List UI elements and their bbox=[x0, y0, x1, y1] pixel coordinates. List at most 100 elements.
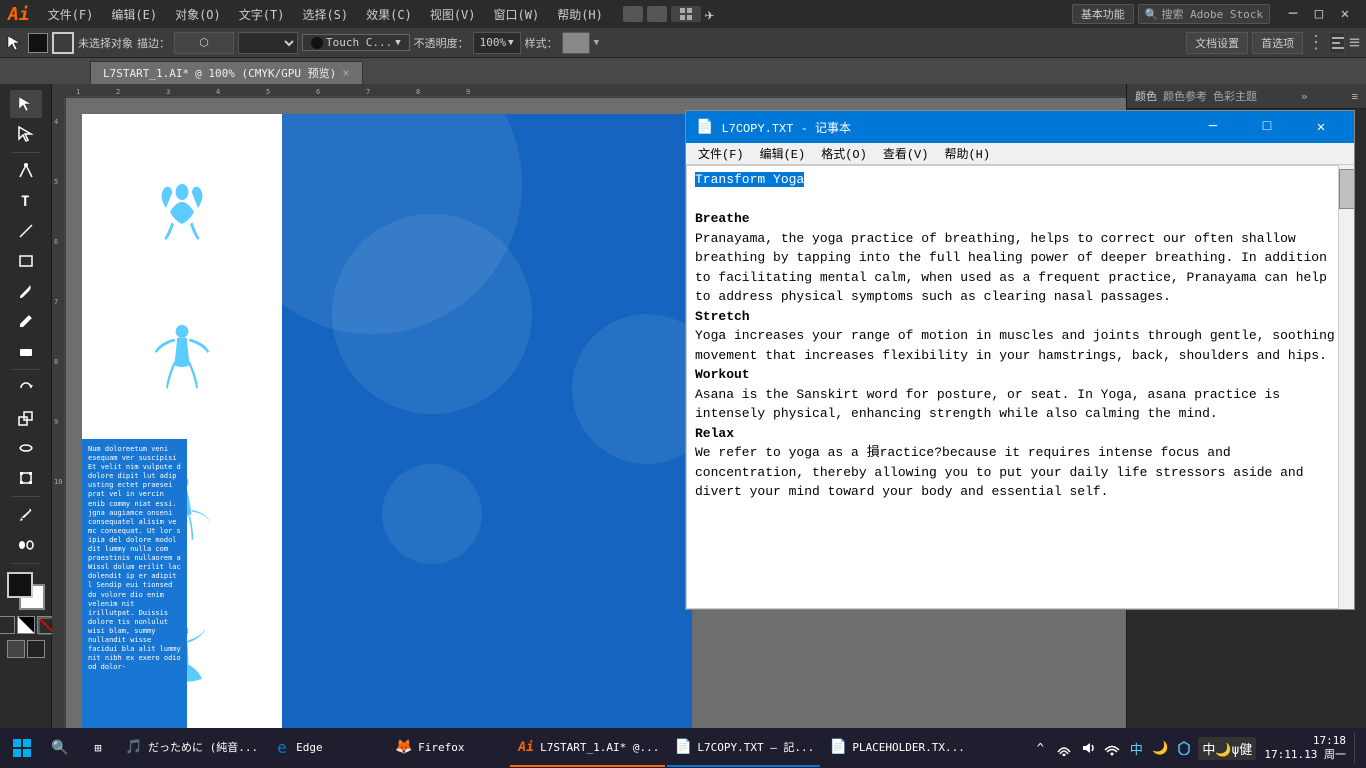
text-overlay-box: Num doloreetum veni esequam ver suscipis… bbox=[82, 439, 187, 738]
minimize-button[interactable]: ─ bbox=[1280, 3, 1306, 25]
np-menu-help[interactable]: 帮助(H) bbox=[936, 143, 998, 164]
line-tool[interactable] bbox=[10, 217, 42, 245]
doc-tab-close-button[interactable]: × bbox=[342, 66, 349, 80]
start-button[interactable] bbox=[4, 730, 40, 766]
taskbar-search-button[interactable]: 🔍 bbox=[42, 730, 78, 766]
np-menu-file[interactable]: 文件(F) bbox=[690, 143, 752, 164]
stroke-width-field[interactable]: ⬡ bbox=[174, 32, 234, 54]
menu-edit[interactable]: 编辑(E) bbox=[103, 4, 165, 25]
full-screen-mode[interactable] bbox=[27, 640, 45, 658]
notepad-maximize-button[interactable]: □ bbox=[1244, 111, 1290, 143]
direct-selection-tool[interactable] bbox=[10, 120, 42, 148]
panel-menu-icon[interactable]: ≡ bbox=[1351, 90, 1358, 103]
svg-text:8: 8 bbox=[416, 88, 420, 96]
menu-help[interactable]: 帮助(H) bbox=[549, 4, 611, 25]
blend-tool[interactable] bbox=[10, 531, 42, 559]
search-stock-button[interactable]: 🔍 搜索 Adobe Stock bbox=[1138, 4, 1270, 24]
gradient-mode[interactable] bbox=[17, 616, 35, 634]
rectangle-tool[interactable] bbox=[10, 247, 42, 275]
menu-select[interactable]: 选择(S) bbox=[294, 4, 356, 25]
menu-effect[interactable]: 效果(C) bbox=[358, 4, 420, 25]
free-transform-tool[interactable] bbox=[10, 464, 42, 492]
scale-tool[interactable] bbox=[10, 404, 42, 432]
taskbar-app-music[interactable]: 🎵 だっために (純音... bbox=[118, 729, 264, 767]
tray-antivirus[interactable] bbox=[1174, 738, 1194, 758]
menu-text[interactable]: 文字(T) bbox=[231, 4, 293, 25]
menu-file[interactable]: 文件(F) bbox=[40, 4, 102, 25]
ime-status[interactable]: 中🌙ψ健 bbox=[1198, 737, 1256, 760]
notepad-text-area[interactable]: Transform Yoga Breathe Pranayama, the yo… bbox=[686, 165, 1354, 609]
show-desktop-button[interactable] bbox=[1354, 733, 1358, 763]
eyedropper-tool[interactable] bbox=[10, 501, 42, 529]
workspace-button[interactable]: 基本功能 bbox=[1072, 4, 1134, 24]
taskbar-app-illustrator[interactable]: Ai L7START_1.AI* @... bbox=[510, 729, 665, 767]
taskbar-app-notepad[interactable]: 📄 L7COPY.TXT – 記... bbox=[667, 729, 820, 767]
style-dropdown-icon[interactable]: ▼ bbox=[594, 38, 599, 48]
close-button[interactable]: ✕ bbox=[1332, 3, 1358, 25]
document-tab[interactable]: L7START_1.AI* @ 100% (CMYK/GPU 预览) × bbox=[90, 61, 363, 84]
doc-tab-bar: L7START_1.AI* @ 100% (CMYK/GPU 预览) × bbox=[0, 58, 1366, 84]
extension-icon-1[interactable] bbox=[623, 6, 643, 22]
stroke-color-btn[interactable] bbox=[52, 32, 74, 54]
menu-object[interactable]: 对象(O) bbox=[167, 4, 229, 25]
pencil-tool[interactable] bbox=[10, 307, 42, 335]
style-swatch[interactable] bbox=[562, 32, 590, 54]
arrow-tool-icon[interactable]: ✈ bbox=[705, 5, 715, 24]
taskbar-app-placeholder[interactable]: 📄 PLACEHOLDER.TX... bbox=[822, 729, 971, 767]
notepad-close-button[interactable]: ✕ bbox=[1298, 111, 1344, 143]
taskbar-app-firefox[interactable]: 🦊 Firefox bbox=[388, 729, 508, 767]
tray-network[interactable] bbox=[1054, 738, 1074, 758]
touch-button[interactable]: Touch C... ▼ bbox=[302, 34, 410, 51]
selection-tool[interactable] bbox=[10, 90, 42, 118]
tray-volume[interactable] bbox=[1078, 738, 1098, 758]
type-tool[interactable]: T bbox=[10, 187, 42, 215]
task-view-button[interactable]: ⊞ bbox=[80, 730, 116, 766]
tray-wifi[interactable] bbox=[1102, 738, 1122, 758]
fill-color-swatch[interactable] bbox=[28, 33, 48, 53]
np-menu-view[interactable]: 查看(V) bbox=[875, 143, 937, 164]
tool-selector[interactable] bbox=[6, 34, 24, 52]
doc-settings-button[interactable]: 文档设置 bbox=[1186, 32, 1248, 54]
paintbrush-tool[interactable] bbox=[10, 277, 42, 305]
stroke-select[interactable] bbox=[238, 32, 298, 54]
section-body-workout: Asana is the Sanskirt word for posture, … bbox=[695, 387, 1280, 422]
warp-tool[interactable] bbox=[10, 434, 42, 462]
svg-text:4: 4 bbox=[216, 88, 220, 96]
system-clock[interactable]: 17:18 17:11.13 周一 bbox=[1260, 734, 1350, 763]
extension-icon-2[interactable] bbox=[647, 6, 667, 22]
selection-arrow bbox=[6, 34, 24, 52]
align-icon-1[interactable] bbox=[1329, 32, 1345, 54]
color-panel-header[interactable]: 颜色 颜色参考 色彩主题 » ≡ bbox=[1127, 84, 1366, 109]
opacity-field[interactable]: 100% ▼ bbox=[473, 32, 521, 54]
foreground-color[interactable] bbox=[7, 572, 33, 598]
maximize-button[interactable]: □ bbox=[1306, 3, 1332, 25]
ruler-corner bbox=[52, 84, 66, 98]
menu-view[interactable]: 视图(V) bbox=[422, 4, 484, 25]
taskbar-app-edge[interactable]: e Edge bbox=[266, 729, 386, 767]
tray-china-input[interactable]: 中 bbox=[1126, 738, 1146, 758]
app-logo: Ai bbox=[8, 4, 30, 25]
np-menu-format[interactable]: 格式(O) bbox=[813, 143, 875, 164]
menu-window[interactable]: 窗口(W) bbox=[486, 4, 548, 25]
more-options-icon[interactable]: ⋮ bbox=[1307, 32, 1325, 53]
pen-tool[interactable] bbox=[10, 157, 42, 185]
eraser-tool[interactable] bbox=[10, 337, 42, 365]
grid-icon[interactable] bbox=[671, 6, 701, 22]
tray-moon[interactable]: 🌙 bbox=[1150, 738, 1170, 758]
preferences-button[interactable]: 首选项 bbox=[1252, 32, 1303, 54]
normal-mode[interactable] bbox=[0, 616, 15, 634]
toolbar-menu-icon[interactable]: ≡ bbox=[1349, 32, 1360, 53]
notepad-scrollbar[interactable] bbox=[1338, 165, 1354, 609]
svg-text:6: 6 bbox=[316, 88, 320, 96]
np-menu-edit[interactable]: 编辑(E) bbox=[752, 143, 814, 164]
notepad-scroll-thumb[interactable] bbox=[1339, 169, 1355, 209]
notepad-minimize-button[interactable]: ─ bbox=[1190, 111, 1236, 143]
panel-expand-icon[interactable]: » bbox=[1301, 90, 1308, 103]
tray-show-hidden[interactable]: ^ bbox=[1030, 738, 1050, 758]
placeholder-app-icon: 📄 bbox=[828, 737, 848, 757]
ruler-horizontal: 1 2 3 4 5 6 7 8 9 bbox=[66, 84, 1126, 98]
notepad-titlebar[interactable]: 📄 L7COPY.TXT - 记事本 ─ □ ✕ bbox=[686, 111, 1354, 143]
notepad-icon: 📄 bbox=[696, 119, 713, 136]
normal-screen-mode[interactable] bbox=[7, 640, 25, 658]
rotate-tool[interactable] bbox=[10, 374, 42, 402]
